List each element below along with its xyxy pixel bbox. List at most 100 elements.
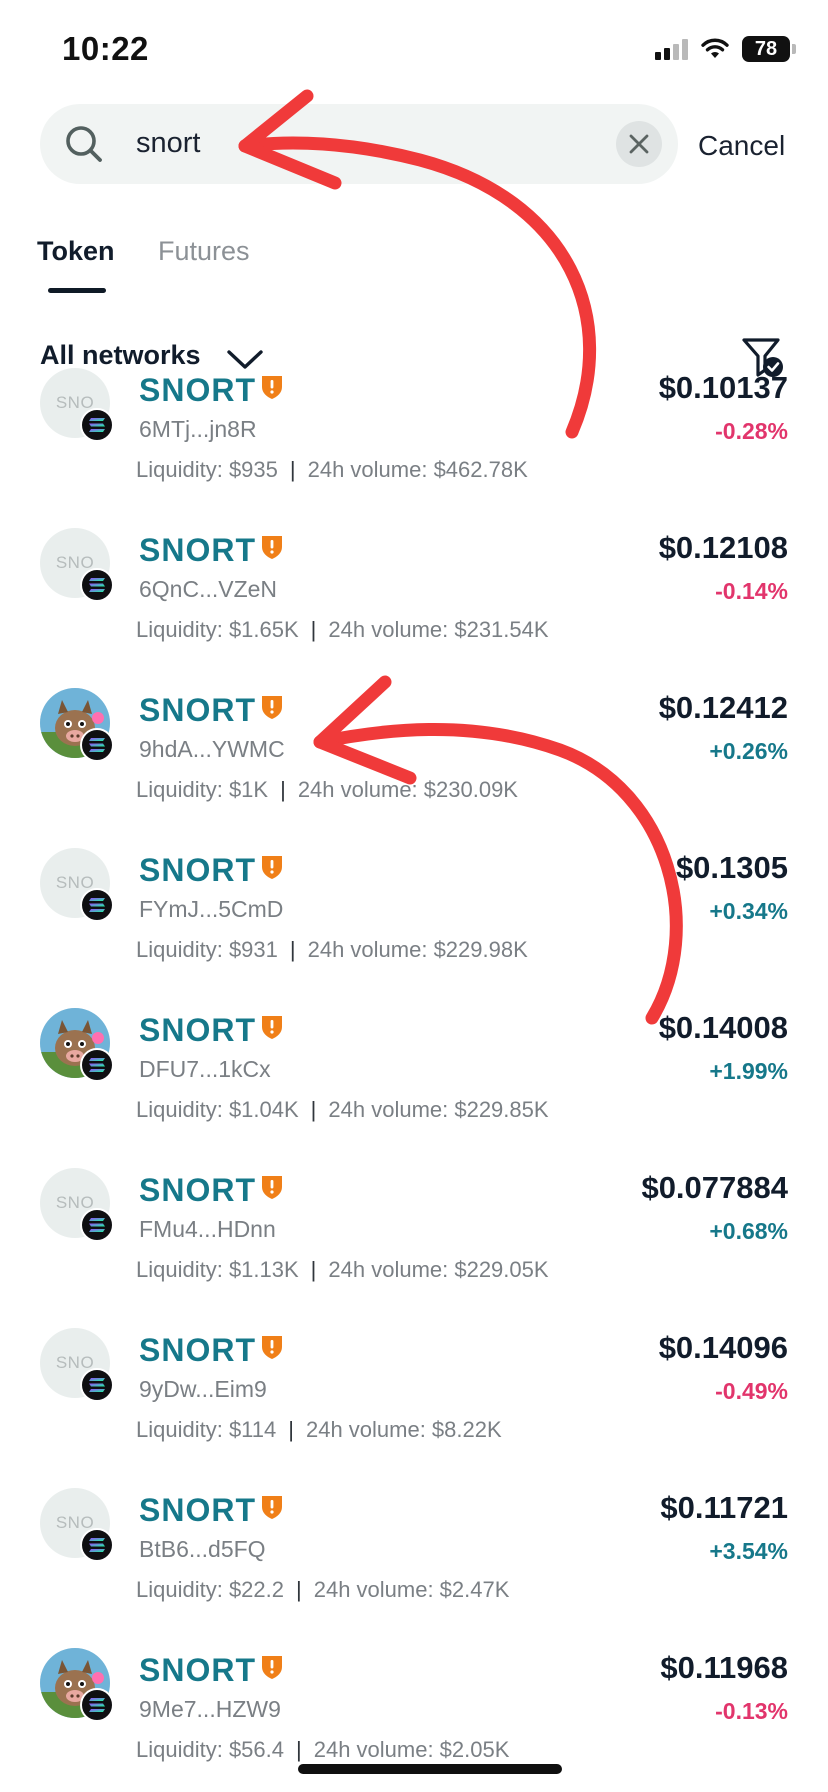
separator: |: [310, 1257, 317, 1282]
token-name: SNORT: [139, 692, 256, 728]
token-row-8[interactable]: SNO SNORT BtB6...d5FQ Liquidity: $22.2 |…: [0, 1478, 828, 1638]
security-shield-icon: [262, 376, 282, 399]
solana-chain-icon: [80, 728, 114, 762]
security-shield-icon: [262, 1016, 282, 1039]
token-name: SNORT: [139, 1332, 256, 1368]
security-shield-icon: [262, 1496, 282, 1519]
token-address: FYmJ...5CmD: [139, 896, 284, 922]
security-shield-icon: [262, 696, 282, 719]
token-name: SNORT: [139, 1012, 256, 1048]
volume-text: 24h volume: $230.09K: [297, 777, 518, 802]
price-change: +0.68%: [709, 1218, 788, 1244]
token-row-3[interactable]: SNORT 9hdA...YWMC Liquidity: $1K | 24h vol…: [0, 678, 828, 838]
separator: |: [280, 777, 286, 802]
price-change: +0.26%: [709, 738, 788, 764]
token-row-7[interactable]: SNO SNORT 9yDw...Eim9 Liquidity: $114 | …: [0, 1318, 828, 1478]
token-stats: Liquidity: $931 | 24h volume: $229.98K: [136, 937, 528, 963]
token-name: SNORT: [139, 372, 256, 408]
status-icons: 78: [655, 36, 796, 62]
solana-chain-icon: [80, 568, 114, 602]
token-name: SNORT: [139, 1492, 256, 1528]
solana-chain-icon: [80, 1208, 114, 1242]
price-change: -0.28%: [715, 418, 788, 444]
volume-text: 24h volume: $2.05K: [313, 1737, 510, 1762]
separator: |: [310, 617, 317, 642]
price-change: -0.13%: [715, 1698, 788, 1724]
clear-search-button[interactable]: [616, 121, 662, 167]
liquidity-text: Liquidity: $1.65K: [136, 617, 299, 642]
separator: |: [296, 1737, 302, 1762]
token-name: SNORT: [139, 852, 256, 888]
separator: |: [289, 457, 296, 482]
volume-text: 24h volume: $231.54K: [328, 617, 549, 642]
token-stats: Liquidity: $1.13K | 24h volume: $229.05K: [136, 1257, 549, 1283]
liquidity-text: Liquidity: $1.04K: [136, 1097, 299, 1122]
battery-indicator: 78: [742, 36, 796, 62]
security-shield-icon: [262, 856, 282, 879]
token-price: $0.12412: [658, 690, 788, 725]
token-name: SNORT: [139, 532, 256, 568]
token-address: 6QnC...VZeN: [139, 576, 278, 602]
liquidity-text: Liquidity: $1.13K: [136, 1257, 299, 1282]
search-bar: [40, 104, 678, 184]
liquidity-text: Liquidity: $935: [136, 457, 278, 482]
volume-text: 24h volume: $229.05K: [328, 1257, 549, 1282]
token-row-6[interactable]: SNO SNORT FMu4...HDnn Liquidity: $1.13K …: [0, 1158, 828, 1318]
token-row-1[interactable]: SNO SNORT 6MTj...jn8R Liquidity: $935 | …: [0, 358, 828, 518]
solana-chain-icon: [80, 1368, 114, 1402]
solana-chain-icon: [80, 1688, 114, 1722]
security-shield-icon: [262, 536, 282, 559]
liquidity-text: Liquidity: $114: [136, 1417, 277, 1442]
token-price: $0.11968: [660, 1650, 788, 1685]
token-price: $0.12108: [658, 530, 788, 565]
price-change: -0.14%: [715, 578, 788, 604]
token-price: $0.14008: [658, 1010, 788, 1045]
token-stats: Liquidity: $1K | 24h volume: $230.09K: [136, 777, 518, 803]
solana-chain-icon: [80, 1048, 114, 1082]
search-icon: [66, 126, 102, 162]
token-row-5[interactable]: SNORT DFU7...1kCx Liquidity: $1.04K | 24h …: [0, 998, 828, 1158]
token-stats: Liquidity: $1.04K | 24h volume: $229.85K: [136, 1097, 549, 1123]
search-input[interactable]: [136, 118, 576, 168]
cellular-signal-icon: [655, 38, 688, 60]
separator: |: [310, 1097, 317, 1122]
token-stats: Liquidity: $114 | 24h volume: $8.22K: [136, 1417, 502, 1443]
price-change: +1.99%: [709, 1058, 788, 1084]
solana-chain-icon: [80, 1528, 114, 1562]
token-stats: Liquidity: $1.65K | 24h volume: $231.54K: [136, 617, 549, 643]
token-stats: Liquidity: $935 | 24h volume: $462.78K: [136, 457, 528, 483]
token-address: 9hdA...YWMC: [139, 736, 285, 762]
liquidity-text: Liquidity: $1K: [136, 777, 269, 802]
cancel-button[interactable]: Cancel: [698, 130, 785, 162]
token-price: $0.11721: [660, 1490, 788, 1525]
status-time: 10:22: [62, 30, 149, 67]
price-change: +0.34%: [709, 898, 788, 924]
separator: |: [296, 1577, 302, 1602]
token-row-4[interactable]: SNO SNORT FYmJ...5CmD Liquidity: $931 | …: [0, 838, 828, 998]
volume-text: 24h volume: $462.78K: [307, 457, 528, 482]
volume-text: 24h volume: $229.98K: [307, 937, 528, 962]
token-price: $0.077884: [641, 1170, 788, 1205]
token-row-2[interactable]: SNO SNORT 6QnC...VZeN Liquidity: $1.65K …: [0, 518, 828, 678]
token-name: SNORT: [139, 1172, 256, 1208]
token-name: SNORT: [139, 1652, 256, 1688]
token-price: $0.10137: [658, 370, 788, 405]
tab-token[interactable]: Token: [37, 236, 115, 267]
token-stats: Liquidity: $56.4 | 24h volume: $2.05K: [136, 1737, 509, 1763]
wifi-icon: [701, 38, 729, 58]
solana-chain-icon: [80, 888, 114, 922]
token-address: 9Me7...HZW9: [139, 1696, 281, 1722]
token-price: $0.1305: [675, 850, 788, 885]
liquidity-text: Liquidity: $931: [136, 937, 278, 962]
security-shield-icon: [262, 1656, 282, 1679]
active-tab-indicator: [48, 288, 106, 293]
price-change: +3.54%: [709, 1538, 788, 1564]
token-address: BtB6...d5FQ: [139, 1536, 266, 1562]
token-address: 9yDw...Eim9: [139, 1376, 267, 1402]
price-change: -0.49%: [715, 1378, 788, 1404]
volume-text: 24h volume: $229.85K: [328, 1097, 549, 1122]
volume-text: 24h volume: $8.22K: [305, 1417, 502, 1442]
tab-futures[interactable]: Futures: [158, 236, 250, 267]
liquidity-text: Liquidity: $56.4: [136, 1737, 284, 1762]
token-address: 6MTj...jn8R: [139, 416, 257, 442]
